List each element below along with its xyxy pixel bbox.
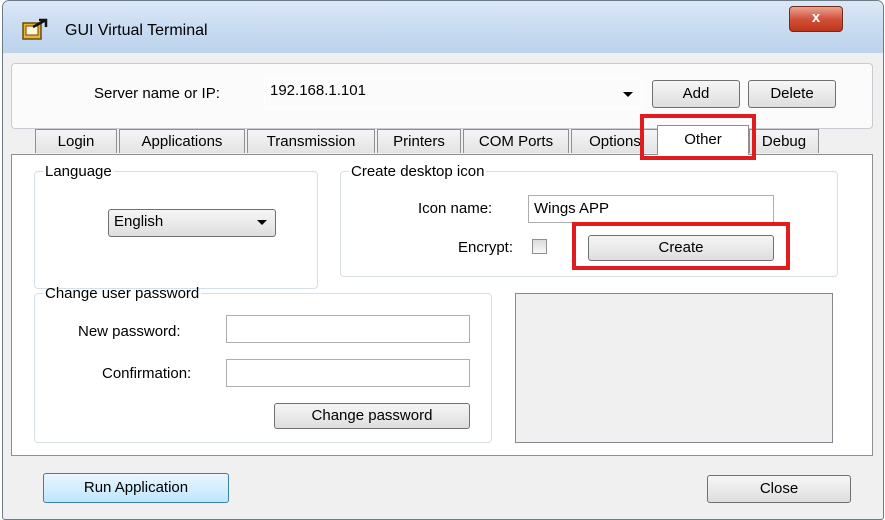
icon-name-label: Icon name:	[418, 200, 493, 217]
window-close-button[interactable]: x	[789, 6, 843, 32]
chevron-down-icon[interactable]	[623, 92, 633, 97]
terminal-app-icon	[22, 18, 48, 40]
highlight-box-create-button	[572, 222, 790, 270]
tab-label: Printers	[393, 133, 445, 150]
language-selected: English	[114, 213, 164, 230]
tab-login[interactable]: Login	[35, 129, 117, 153]
tab-applications[interactable]: Applications	[119, 129, 245, 153]
tab-debug[interactable]: Debug	[749, 129, 819, 153]
tab-label: Options	[589, 133, 641, 150]
delete-button-label: Delete	[770, 85, 814, 102]
encrypt-label: Encrypt:	[458, 239, 514, 256]
icon-name-field[interactable]: Wings APP	[528, 195, 774, 223]
change-password-button[interactable]: Change password	[274, 403, 470, 429]
chevron-down-icon[interactable]	[257, 220, 267, 225]
server-value: 192.168.1.101	[270, 82, 366, 99]
run-application-label: Run Application	[83, 479, 189, 496]
desktop-icon-group-label: Create desktop icon	[351, 163, 485, 180]
tab-transmission[interactable]: Transmission	[247, 129, 375, 153]
delete-button[interactable]: Delete	[748, 80, 836, 108]
preview-panel	[515, 293, 833, 443]
add-button-label: Add	[682, 85, 710, 102]
encrypt-checkbox[interactable]	[532, 239, 547, 254]
server-label: Server name or IP:	[94, 85, 220, 102]
new-password-label: New password:	[78, 323, 181, 340]
confirmation-field[interactable]	[226, 359, 470, 387]
run-application-button[interactable]: Run Application	[43, 473, 229, 503]
add-button[interactable]: Add	[652, 80, 740, 108]
confirmation-label: Confirmation:	[102, 365, 192, 382]
tab-panel-other: Language English Create desktop icon Ico…	[11, 154, 873, 456]
tab-label: COM Ports	[478, 133, 554, 150]
password-group-label: Change user password	[45, 285, 200, 302]
tab-label: Login	[57, 133, 95, 150]
close-button[interactable]: Close	[707, 475, 851, 503]
tab-com-ports[interactable]: COM Ports	[463, 129, 569, 153]
window-title: GUI Virtual Terminal	[65, 22, 208, 39]
highlight-box-other-tab	[640, 114, 756, 160]
new-password-field[interactable]	[226, 315, 470, 343]
title-bar[interactable]: GUI Virtual Terminal x	[3, 1, 883, 53]
tab-label: Debug	[761, 133, 807, 150]
tab-printers[interactable]: Printers	[377, 129, 461, 153]
language-select[interactable]: English	[108, 209, 276, 237]
tab-label: Applications	[141, 133, 223, 150]
icon-name-value: Wings APP	[534, 200, 610, 217]
server-combobox[interactable]: 192.168.1.101	[264, 78, 642, 108]
close-icon: x	[811, 9, 821, 26]
close-button-label: Close	[759, 480, 799, 497]
language-group-label: Language	[45, 163, 112, 180]
tab-label: Transmission	[266, 133, 356, 150]
change-password-label: Change password	[311, 407, 433, 424]
